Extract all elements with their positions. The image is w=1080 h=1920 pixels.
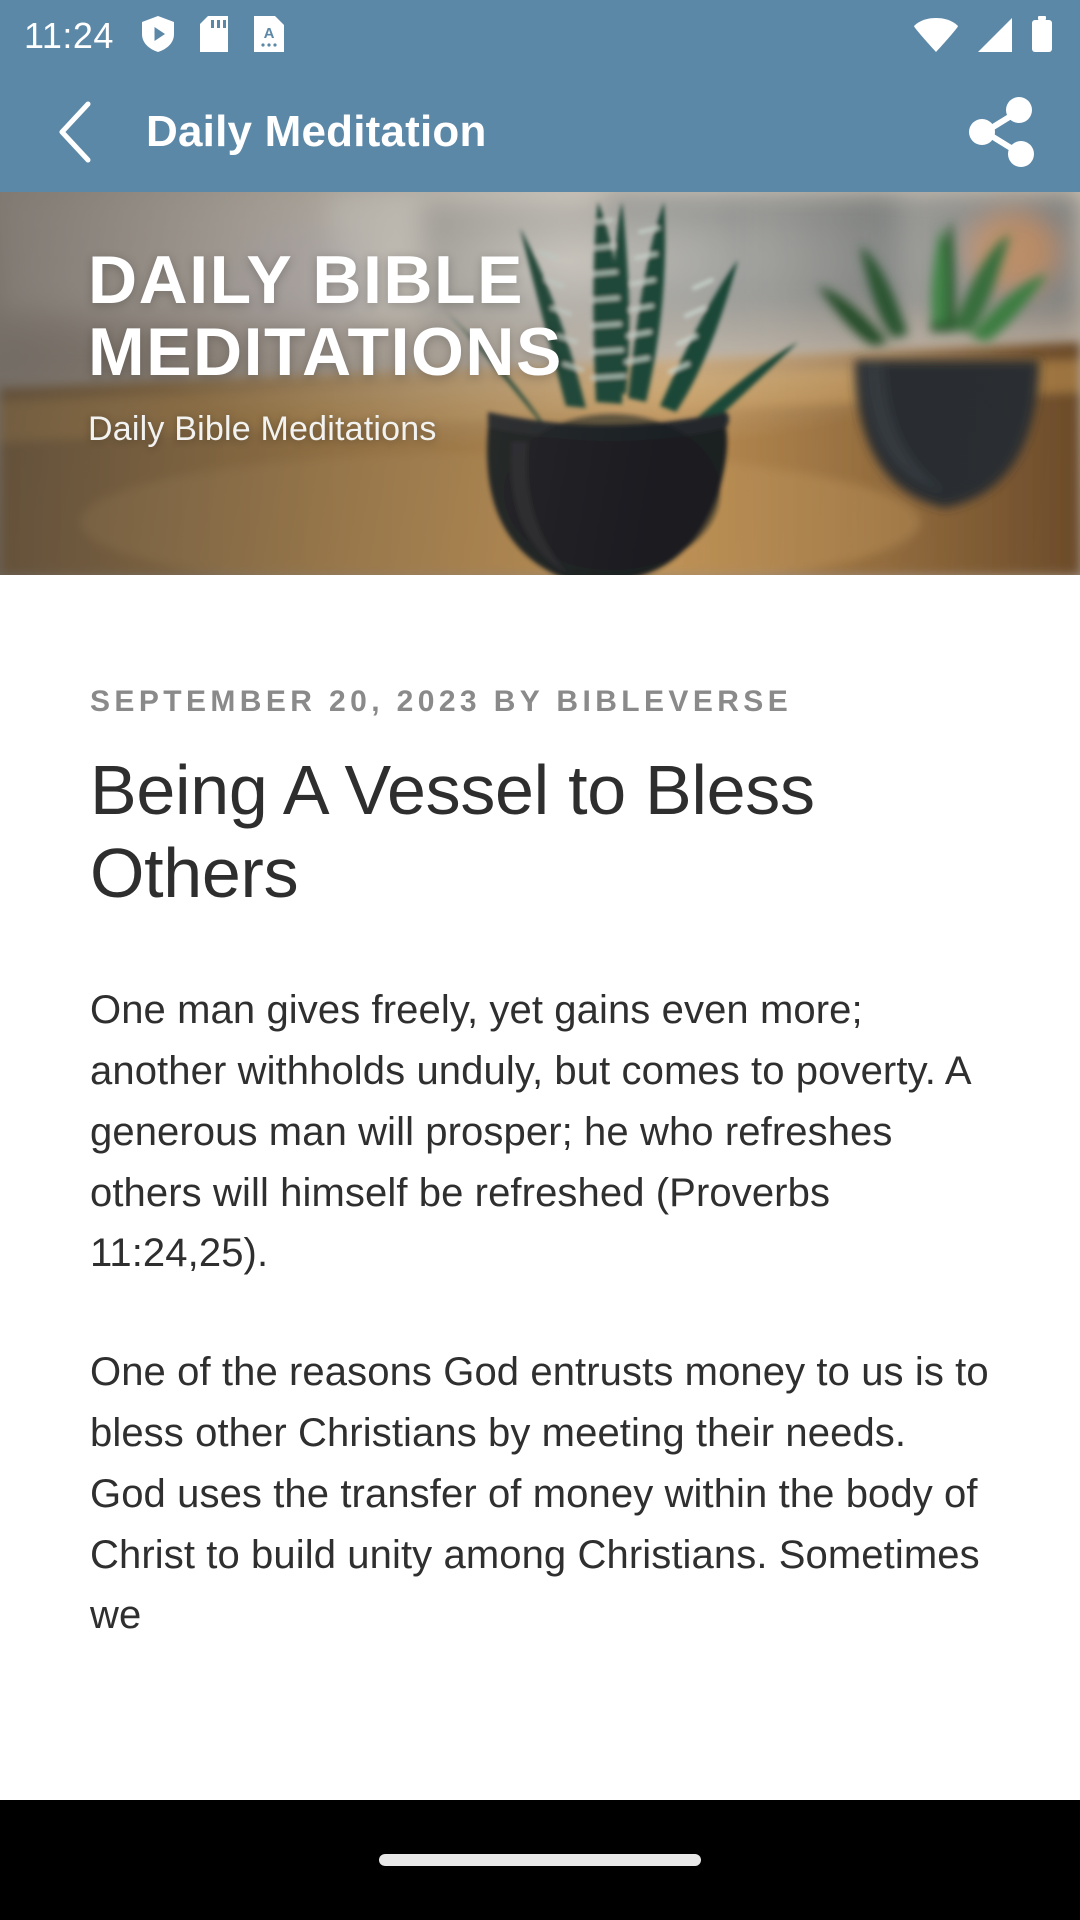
status-bar-notification-icons: A (141, 15, 284, 57)
article-meta: SEPTEMBER 20, 2023 BY BIBLEVERSE (90, 685, 793, 718)
article-content: SEPTEMBER 20, 2023 BY BIBLEVERSE Being A… (0, 575, 1080, 1647)
article-paragraph: One man gives freely, yet gains even mor… (90, 988, 970, 1276)
battery-icon (1030, 15, 1054, 57)
status-bar-system-icons (914, 15, 1054, 57)
share-icon (969, 97, 1034, 167)
shield-play-icon (141, 15, 174, 57)
hero-banner: Daily Bible Meditations Daily Bible Medi… (0, 192, 1080, 575)
back-button[interactable] (44, 100, 108, 164)
hero-title: Daily Bible Meditations (88, 242, 563, 391)
svg-text:A: A (264, 25, 275, 42)
back-arrow-icon (59, 101, 91, 163)
article-paragraph: One of the reasons God entrusts money to… (90, 1350, 989, 1638)
wifi-icon (914, 17, 958, 57)
document-a-icon: A (253, 15, 284, 57)
app-bar: Daily Meditation (0, 72, 1080, 192)
app-bar-title: Daily Meditation (146, 107, 487, 156)
article-title: Being A Vessel to Bless Others (90, 751, 815, 912)
share-button[interactable] (962, 93, 1040, 171)
home-gesture-pill[interactable] (379, 1854, 701, 1866)
status-bar: 11:24 A (0, 0, 1080, 72)
hero-text-block: Daily Bible Meditations Daily Bible Medi… (88, 244, 848, 449)
sd-card-icon (199, 15, 228, 57)
hero-subtitle: Daily Bible Meditations (88, 410, 437, 449)
app-screen: 11:24 A Daily Meditation DAILY BIBLE MED… (0, 0, 1080, 1920)
cell-signal-icon (974, 17, 1014, 57)
system-navigation-bar (0, 1800, 1080, 1920)
status-bar-clock: 11:24 (24, 15, 114, 56)
